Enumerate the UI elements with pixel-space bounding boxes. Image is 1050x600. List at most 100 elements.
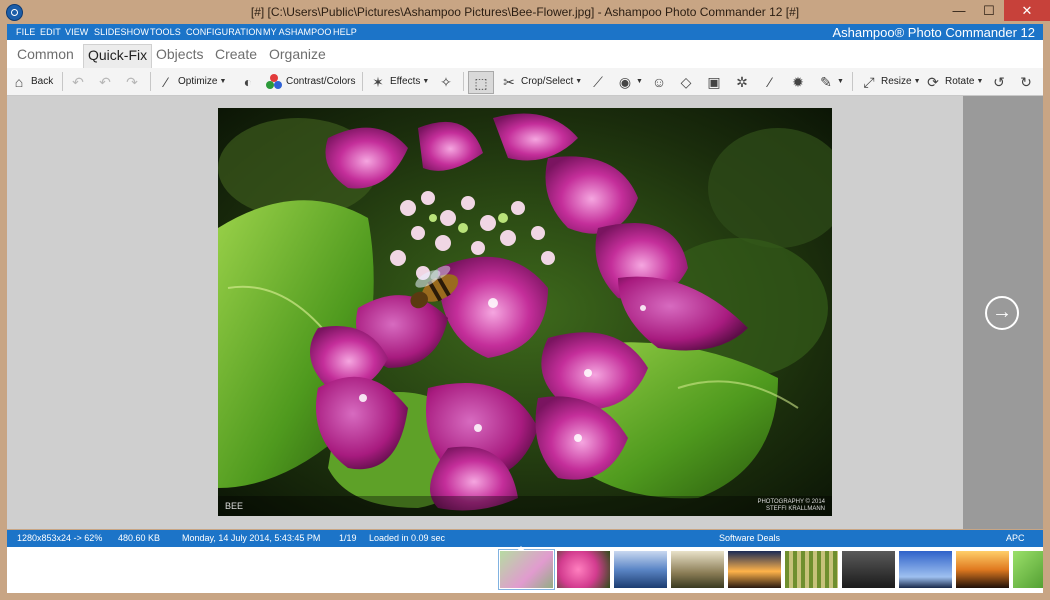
brush-icon: ✎ bbox=[820, 73, 832, 90]
back-button[interactable]: ⌂ Back bbox=[10, 71, 53, 92]
tab-objects[interactable]: Objects bbox=[152, 44, 207, 64]
tab-organize[interactable]: Organize bbox=[265, 44, 330, 64]
resize-button[interactable]: ⤢ Resize ▼ bbox=[860, 71, 921, 92]
optimize-label: Optimize bbox=[178, 76, 218, 87]
software-deals-link[interactable]: Software Deals bbox=[719, 533, 780, 543]
menu-file[interactable]: FILE bbox=[16, 27, 35, 37]
thumbnail-strip bbox=[498, 547, 1043, 593]
dropdown-arrow-icon: ▼ bbox=[219, 78, 227, 85]
home-icon: ⌂ bbox=[14, 73, 24, 90]
thumbnail-sunset-window[interactable] bbox=[728, 551, 781, 588]
brush-button[interactable]: ✎ ▼ bbox=[817, 71, 844, 92]
tab-common[interactable]: Common bbox=[13, 44, 78, 64]
title-bar[interactable]: [#] [C:\Users\Public\Pictures\Ashampoo P… bbox=[0, 0, 1050, 24]
next-arrow-icon[interactable]: → bbox=[985, 296, 1019, 330]
eraser-button[interactable]: ◇ bbox=[677, 71, 695, 92]
thumbnail-blue-bench[interactable] bbox=[614, 551, 667, 588]
color-balls-icon bbox=[265, 73, 283, 91]
straighten-button[interactable]: ⬚ bbox=[468, 71, 494, 94]
menu-edit[interactable]: EDIT bbox=[40, 27, 61, 37]
rotate-right-button[interactable]: ↻ bbox=[1017, 71, 1035, 92]
menu-configuration[interactable]: CONFIGURATION bbox=[186, 27, 262, 37]
magic-wand-icon: ⁄ bbox=[164, 73, 168, 90]
filmstrip bbox=[7, 547, 1043, 593]
brightness-button[interactable]: ◐ bbox=[239, 71, 257, 92]
tab-create[interactable]: Create bbox=[211, 44, 261, 64]
undo-button[interactable]: ↶ bbox=[96, 71, 114, 92]
back-label: Back bbox=[31, 76, 54, 87]
crop-select-button[interactable]: ✂ Crop/Select ▼ bbox=[500, 71, 582, 92]
brand-label: Ashampoo® Photo Commander 12 bbox=[832, 25, 1035, 40]
person-icon: ☺ bbox=[651, 73, 667, 90]
menu-help[interactable]: HELP bbox=[333, 27, 357, 37]
undo-all-button[interactable]: ↶ bbox=[69, 71, 87, 92]
status-bar: 1280x853x24 -> 62% 480.60 KB Monday, 14 … bbox=[7, 530, 1043, 547]
retouch-button[interactable]: ⁄ bbox=[761, 71, 779, 92]
window-frame-bottom bbox=[0, 593, 1050, 600]
menu-view[interactable]: VIEW bbox=[65, 27, 88, 37]
scissors-icon: ✂ bbox=[503, 73, 515, 90]
dropdown-arrow-icon: ▼ bbox=[636, 78, 643, 85]
maximize-button[interactable]: ☐ bbox=[974, 0, 1004, 21]
status-date: Monday, 14 July 2014, 5:43:45 PM bbox=[182, 533, 321, 543]
redo-button[interactable]: ↷ bbox=[123, 71, 141, 92]
thumbnail-sunset-silhouette[interactable] bbox=[956, 551, 1009, 588]
close-button[interactable]: ✕ bbox=[1004, 0, 1050, 21]
redo-icon: ↷ bbox=[126, 73, 138, 90]
undo-all-icon: ↶ bbox=[72, 73, 84, 90]
apc-label[interactable]: APC bbox=[1006, 533, 1025, 543]
thumbnail-hydrangea[interactable] bbox=[498, 549, 555, 590]
sparkle-wand-icon: ✧ bbox=[440, 73, 452, 90]
splash-icon: ✹ bbox=[792, 73, 804, 90]
line-tool-button[interactable]: ⟋ bbox=[589, 71, 607, 92]
red-eye-button[interactable]: ◉ ▼ bbox=[616, 71, 643, 92]
photo-credit-line2: STEFFI KRALLMANN bbox=[765, 506, 825, 512]
thumbnail-pavilion[interactable] bbox=[671, 551, 724, 588]
rotate-right-icon: ↻ bbox=[1020, 73, 1032, 90]
eraser-icon: ◇ bbox=[680, 73, 692, 90]
minimize-button[interactable]: — bbox=[944, 0, 974, 21]
status-position: 1/19 bbox=[339, 533, 357, 543]
contrast-colors-button[interactable]: Contrast/Colors bbox=[265, 71, 355, 92]
menu-slideshow[interactable]: SLIDESHOW bbox=[94, 27, 149, 37]
resize-icon: ⤢ bbox=[863, 73, 875, 90]
splash-button[interactable]: ✹ bbox=[789, 71, 807, 92]
rotate-left-button[interactable]: ↺ bbox=[990, 71, 1008, 92]
status-filesize: 480.60 KB bbox=[118, 533, 161, 543]
thumbnail-bamboo[interactable] bbox=[785, 551, 838, 588]
toolbar-separator bbox=[463, 72, 464, 91]
rotate-button[interactable]: ⟳ Rotate ▼ bbox=[924, 71, 983, 92]
photo-caption-bar bbox=[218, 496, 832, 516]
rotate-label: Rotate bbox=[945, 76, 975, 87]
crop-label: Crop/Select bbox=[521, 76, 574, 87]
toolbar-separator bbox=[150, 72, 151, 91]
effects-button[interactable]: ✶ Effects ▼ bbox=[369, 71, 429, 92]
optimize-button[interactable]: ⁄ Optimize ▼ bbox=[157, 71, 227, 92]
thumbnail-cat[interactable] bbox=[842, 551, 895, 588]
dropdown-arrow-icon: ▼ bbox=[976, 78, 984, 85]
status-dimensions: 1280x853x24 -> 62% bbox=[17, 533, 103, 543]
thumbnail-leaves[interactable] bbox=[1013, 551, 1043, 588]
dropdown-arrow-icon: ▼ bbox=[913, 78, 921, 85]
ribbon-tabs: Common Quick-Fix Objects Create Organize bbox=[7, 40, 1043, 69]
gear-effect-button[interactable]: ✲ bbox=[733, 71, 751, 92]
vignette-button[interactable]: ▣ bbox=[705, 71, 723, 92]
menu-tools[interactable]: TOOLS bbox=[150, 27, 181, 37]
straighten-icon: ⬚ bbox=[474, 74, 488, 91]
resize-label: Resize bbox=[881, 76, 912, 87]
undo-icon: ↶ bbox=[99, 73, 111, 90]
contrast-label: Contrast/Colors bbox=[286, 76, 356, 87]
photo-canvas[interactable]: BEE PHOTOGRAPHY © 2014 STEFFI KRALLMANN bbox=[218, 108, 832, 516]
tab-quick-fix[interactable]: Quick-Fix bbox=[83, 44, 153, 69]
thumbnail-pink-flowers[interactable] bbox=[557, 551, 610, 588]
toolbar-separator bbox=[62, 72, 63, 91]
thumbnail-blue-sky[interactable] bbox=[899, 551, 952, 588]
photo-credit: PHOTOGRAPHY © 2014 STEFFI KRALLMANN bbox=[757, 499, 825, 513]
line-tool-icon: ⟋ bbox=[593, 73, 603, 90]
menu-bar: FILE EDIT VIEW SLIDESHOW TOOLS CONFIGURA… bbox=[7, 24, 1043, 40]
status-loaded: Loaded in 0.09 sec bbox=[369, 533, 446, 543]
sparkle-wand-button[interactable]: ✧ bbox=[437, 71, 455, 92]
toolbar-separator bbox=[852, 72, 853, 91]
portrait-button[interactable]: ☺ bbox=[650, 71, 668, 92]
menu-my-ashampoo[interactable]: MY ASHAMPOO bbox=[263, 27, 331, 37]
